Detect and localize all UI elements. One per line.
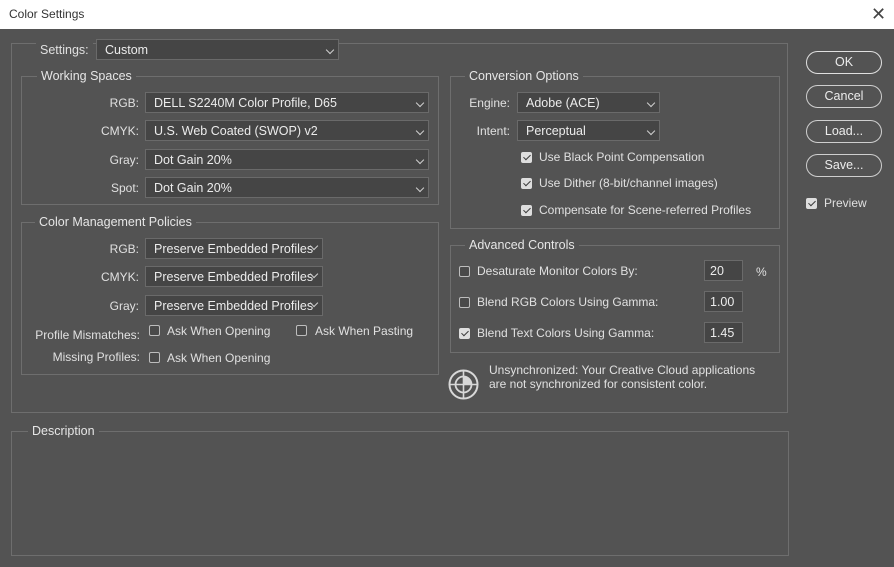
preview-checkbox[interactable] [806, 198, 817, 209]
chevron-down-icon [415, 98, 425, 108]
black-point-checkbox[interactable] [521, 152, 532, 163]
ws-gray-select[interactable]: Dot Gain 20% [145, 149, 429, 170]
mismatch-pasting-label: Ask When Pasting [315, 324, 414, 338]
chevron-down-icon [415, 155, 425, 165]
mismatch-opening-checkbox[interactable] [149, 325, 160, 336]
sync-message-line2: are not synchronized for consistent colo… [489, 377, 708, 391]
scene-referred-label: Compensate for Scene-referred Profiles [539, 203, 752, 217]
settings-label: Settings: [36, 43, 93, 57]
engine-value: Adobe (ACE) [526, 96, 600, 110]
load-button[interactable]: Load... [806, 120, 882, 143]
policy-gray-select[interactable]: Preserve Embedded Profiles [145, 295, 323, 316]
chevron-down-icon [646, 98, 656, 108]
chevron-down-icon [646, 126, 656, 136]
settings-value: Custom [105, 43, 149, 57]
ws-spot-select[interactable]: Dot Gain 20% [145, 177, 429, 198]
dither-checkbox[interactable] [521, 178, 532, 189]
ws-spot-value: Dot Gain 20% [154, 181, 232, 195]
chevron-down-icon [415, 183, 425, 193]
cancel-button[interactable]: Cancel [806, 85, 882, 108]
ws-rgb-label: RGB: [109, 96, 139, 110]
scene-referred-checkbox[interactable] [521, 205, 532, 216]
window-title: Color Settings [9, 7, 85, 21]
policy-rgb-label: RGB: [109, 242, 139, 256]
intent-label: Intent: [476, 124, 510, 138]
advanced-title: Advanced Controls [465, 238, 579, 252]
ok-button[interactable]: OK [806, 51, 882, 74]
missing-opening-label: Ask When Opening [167, 351, 271, 365]
ws-cmyk-label: CMYK: [100, 124, 139, 138]
blend-rgb-label: Blend RGB Colors Using Gamma: [477, 295, 659, 309]
policy-gray-label: Gray: [109, 299, 139, 313]
intent-value: Perceptual [526, 124, 586, 138]
description-title: Description [28, 424, 99, 438]
ws-rgb-value: DELL S2240M Color Profile, D65 [154, 96, 337, 110]
policy-cmyk-label: CMYK: [100, 270, 139, 284]
title-bar [0, 0, 894, 29]
desaturate-input[interactable]: 20 [704, 260, 743, 281]
preview-label: Preview [824, 196, 867, 210]
working-spaces-title: Working Spaces [37, 69, 136, 83]
policies-title: Color Management Policies [35, 215, 196, 229]
sync-message-line1: Unsynchronized: Your Creative Cloud appl… [489, 363, 756, 377]
blend-text-label: Blend Text Colors Using Gamma: [477, 326, 655, 340]
dither-label: Use Dither (8-bit/channel images) [539, 176, 718, 190]
policy-cmyk-select[interactable]: Preserve Embedded Profiles [145, 266, 323, 287]
ws-cmyk-select[interactable]: U.S. Web Coated (SWOP) v2 [145, 120, 429, 141]
desaturate-checkbox[interactable] [459, 266, 470, 277]
mismatch-opening-label: Ask When Opening [167, 324, 271, 338]
policy-rgb-select[interactable]: Preserve Embedded Profiles [145, 238, 323, 259]
blend-rgb-checkbox[interactable] [459, 297, 470, 308]
black-point-label: Use Black Point Compensation [539, 150, 705, 164]
engine-label: Engine: [469, 96, 510, 110]
chevron-down-icon [415, 126, 425, 136]
policy-gray-value: Preserve Embedded Profiles [154, 299, 314, 313]
ws-rgb-select[interactable]: DELL S2240M Color Profile, D65 [145, 92, 429, 113]
policy-rgb-value: Preserve Embedded Profiles [154, 242, 314, 256]
settings-select[interactable]: Custom [96, 39, 339, 60]
ws-cmyk-value: U.S. Web Coated (SWOP) v2 [154, 124, 318, 138]
percent-unit: % [756, 265, 767, 279]
sync-status-icon [448, 369, 479, 400]
profile-mismatches-label: Profile Mismatches: [35, 328, 140, 342]
ws-spot-label: Spot: [110, 181, 139, 195]
chevron-down-icon [325, 45, 335, 55]
blend-text-input[interactable]: 1.45 [704, 322, 743, 343]
description-group [11, 431, 789, 556]
mismatch-pasting-checkbox[interactable] [296, 325, 307, 336]
ws-gray-value: Dot Gain 20% [154, 153, 232, 167]
close-icon[interactable]: ✕ [871, 5, 886, 23]
blend-text-checkbox[interactable] [459, 328, 470, 339]
save-button[interactable]: Save... [806, 154, 882, 177]
missing-profiles-label: Missing Profiles: [52, 350, 140, 364]
blend-rgb-input[interactable]: 1.00 [704, 291, 743, 312]
intent-select[interactable]: Perceptual [517, 120, 660, 141]
policy-cmyk-value: Preserve Embedded Profiles [154, 270, 314, 284]
conversion-title: Conversion Options [465, 69, 583, 83]
desaturate-label: Desaturate Monitor Colors By: [477, 264, 638, 278]
ws-gray-label: Gray: [109, 153, 139, 167]
engine-select[interactable]: Adobe (ACE) [517, 92, 660, 113]
missing-opening-checkbox[interactable] [149, 352, 160, 363]
